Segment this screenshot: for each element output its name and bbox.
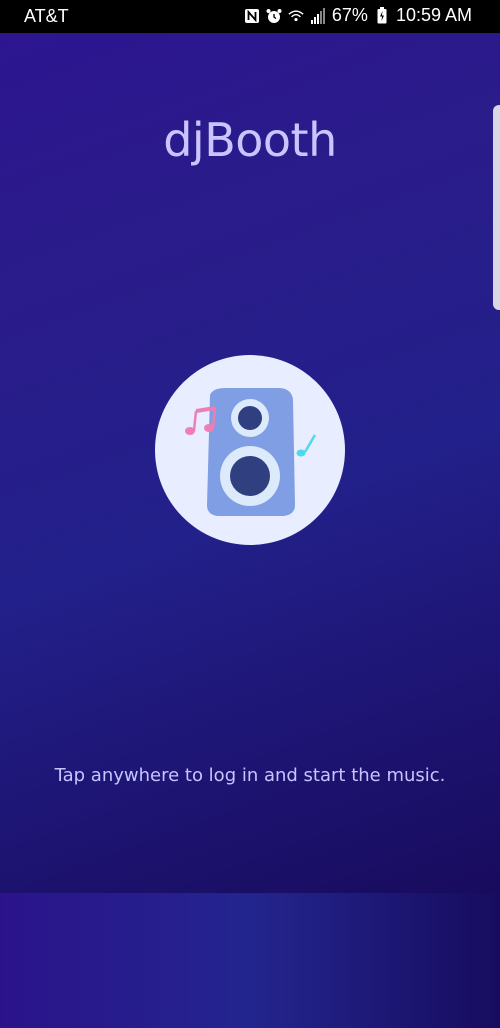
edge-panel-handle[interactable] <box>493 105 500 310</box>
status-bar: AT&T 67% 10:59 AM <box>0 0 500 33</box>
signal-icon <box>310 7 326 25</box>
battery-icon <box>374 7 390 25</box>
clock: 10:59 AM <box>395 5 472 25</box>
screen: AT&T 67% 10:59 AM djBooth Tap anywhere t… <box>0 0 500 1028</box>
wifi-icon <box>288 7 304 25</box>
carrier-label: AT&T <box>24 6 69 26</box>
status-icons: 67% 10:59 AM <box>244 5 472 26</box>
app-logo <box>155 355 345 545</box>
battery-percent: 67% <box>331 5 368 25</box>
bottom-background <box>0 893 500 1028</box>
alarm-icon <box>266 7 282 25</box>
nfc-icon <box>244 7 260 25</box>
app-title: djBooth <box>163 113 337 167</box>
login-tap-area[interactable]: djBooth Tap anywhere to log in and start… <box>0 33 500 893</box>
speaker-with-music-notes-icon <box>185 388 317 516</box>
tap-to-login-hint: Tap anywhere to log in and start the mus… <box>54 765 446 786</box>
